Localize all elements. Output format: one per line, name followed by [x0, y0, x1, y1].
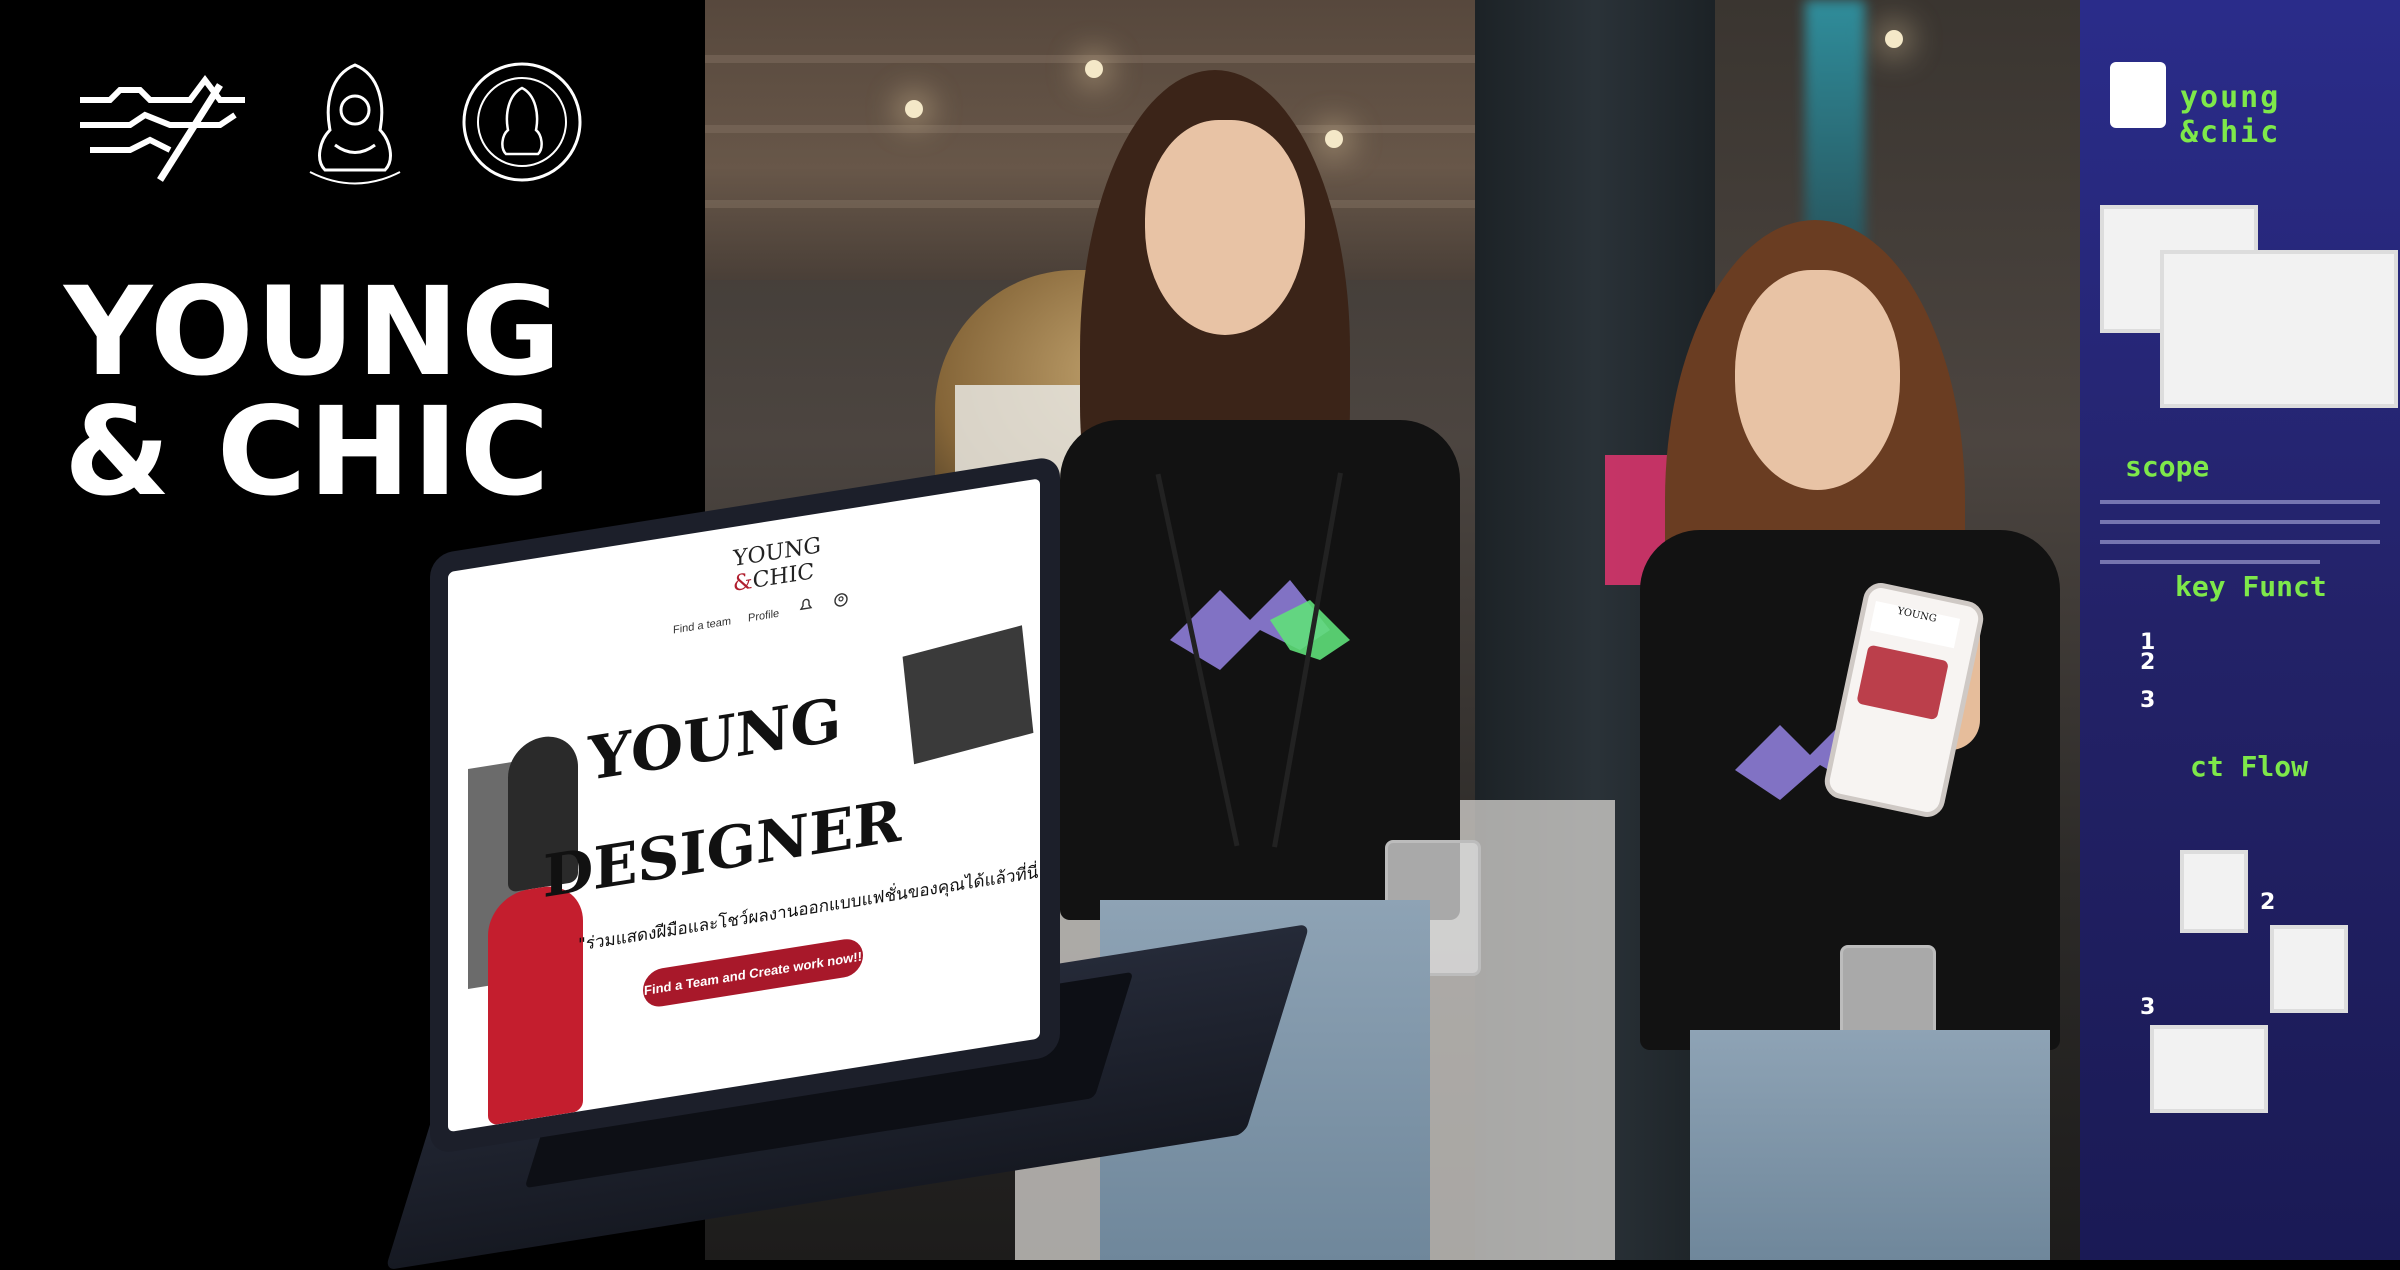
face	[1735, 270, 1900, 490]
headline: YOUNG & CHIC	[64, 261, 564, 523]
spotlight	[1885, 30, 1903, 48]
face	[1145, 120, 1305, 335]
phone-header: YOUNG	[1869, 601, 1961, 649]
program-logo-icon	[80, 75, 245, 182]
banner-logo	[2110, 62, 2166, 128]
spotlight	[1085, 60, 1103, 78]
banner-screenshot	[2270, 925, 2348, 1013]
banner-heading-scope: scope	[2125, 450, 2210, 483]
nav-find-team[interactable]: Find a team	[673, 615, 731, 636]
university-emblem-icon	[309, 63, 401, 185]
banner-text-line	[2100, 540, 2380, 544]
phone-card	[1856, 644, 1949, 721]
jeans	[1690, 1030, 2050, 1260]
ceiling-beam	[705, 55, 1605, 63]
phone-logo: YOUNG	[1896, 605, 1938, 625]
banner-screenshot	[2160, 250, 2398, 408]
laptop-screen-frame: YOUNG &CHIC Find a team Profile YOUNG DE…	[430, 455, 1060, 1156]
hero-word-1: YOUNG	[588, 684, 842, 795]
banner-heading-key: key Funct	[2175, 570, 2327, 603]
headline-line-1: YOUNG	[64, 261, 564, 403]
spotlight	[1325, 130, 1343, 148]
nav-profile[interactable]: Profile	[748, 608, 779, 625]
model-photo	[488, 880, 583, 1126]
spotlight	[905, 100, 923, 118]
bell-icon[interactable]	[798, 596, 814, 615]
banner-screenshot	[2180, 850, 2248, 933]
logo-row	[70, 60, 590, 190]
laptop-mockup: YOUNG &CHIC Find a team Profile YOUNG DE…	[385, 455, 1310, 1270]
site-logo-amp: &	[733, 568, 753, 598]
headline-line-2: & CHIC	[64, 381, 552, 523]
banner-number: 3	[2140, 995, 2156, 1020]
project-banner: young &chic scope key Funct 1 2 3 ct Flo…	[2080, 0, 2400, 1260]
banner-wordmark: young &chic	[2180, 80, 2281, 150]
cta-button[interactable]: Find a Team and Create work now!!	[643, 936, 863, 1010]
banner-text-line	[2100, 520, 2380, 524]
banner-number: 2	[2140, 650, 2156, 675]
user-icon[interactable]	[833, 591, 849, 610]
faculty-seal-icon	[462, 62, 582, 182]
banner-screenshot	[2150, 1025, 2268, 1113]
model-photo	[902, 625, 1034, 765]
banner-text-line	[2100, 560, 2320, 564]
laptop-screen: YOUNG &CHIC Find a team Profile YOUNG DE…	[448, 478, 1040, 1133]
site-logo[interactable]: YOUNG &CHIC	[733, 533, 821, 597]
banner-text-line	[2100, 500, 2380, 504]
banner-number: 2	[2260, 890, 2276, 915]
banner-heading-flow: ct Flow	[2190, 750, 2309, 783]
banner-number: 3	[2140, 688, 2156, 713]
